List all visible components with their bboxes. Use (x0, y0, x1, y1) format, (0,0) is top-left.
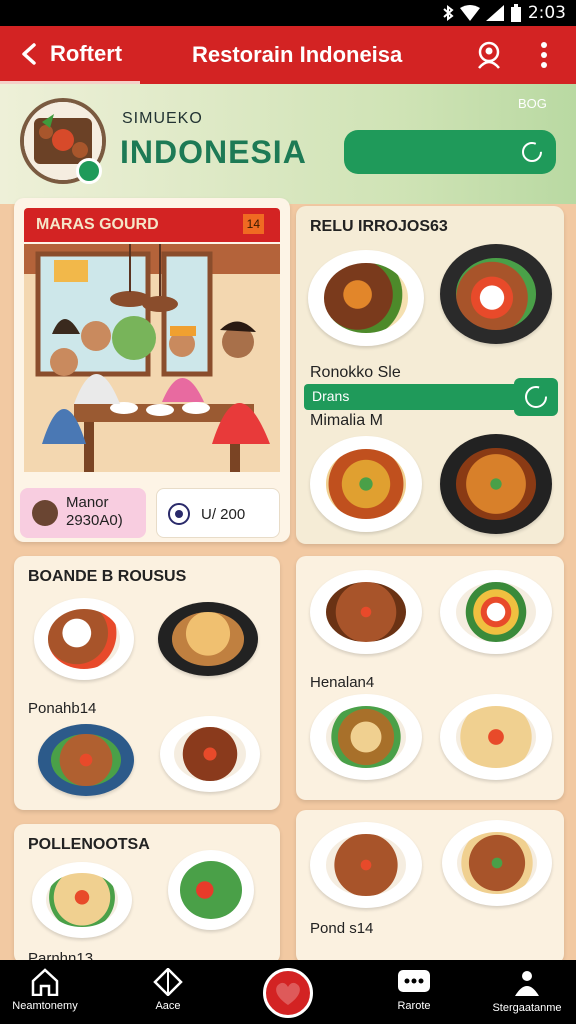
nav-home-label: Neamtonemy (12, 1000, 78, 1012)
dish-image[interactable] (308, 250, 424, 346)
dish-image[interactable] (38, 724, 134, 796)
dish-image[interactable] (440, 570, 552, 654)
nav-profile[interactable]: Stergaatanme (472, 968, 576, 1014)
dish-image[interactable] (168, 850, 254, 930)
clock-icon (168, 503, 190, 525)
diamond-icon (153, 968, 183, 996)
menu-card-title: RELU IRROJOS63 (310, 218, 448, 235)
status-bar: 2:03 (0, 0, 576, 26)
featured-card-badge: 14 (242, 214, 264, 234)
signal-icon (485, 5, 504, 21)
dish-image[interactable] (310, 694, 422, 780)
search-bar[interactable] (344, 130, 556, 174)
menu-item-label: Ronokko Sle (310, 364, 401, 381)
dish-image[interactable] (310, 570, 422, 654)
menu-green-bar[interactable]: Drans (304, 378, 558, 416)
nav-messages-label: Rarote (397, 1000, 431, 1012)
refresh-icon (525, 386, 547, 408)
dish-image[interactable] (440, 694, 552, 780)
host-info[interactable]: Manor 2930A0) (20, 488, 146, 538)
featured-card-title: MARAS GOURD (36, 216, 159, 233)
host-name: Manor (66, 494, 109, 511)
menu-item-label: Mimalia M (310, 412, 383, 429)
featured-card-header: MARAS GOURD 14 (24, 208, 280, 242)
dish-label: Ponahb14 (28, 700, 97, 717)
nav-messages[interactable]: Rarote (359, 968, 469, 1012)
status-time: 2:03 (527, 3, 566, 23)
more-menu-icon[interactable] (532, 38, 556, 72)
wifi-icon (459, 5, 480, 21)
battery-icon (510, 4, 521, 22)
category-title: POLLENOOTSA (28, 836, 150, 853)
dish-label: Pond s14 (310, 920, 374, 937)
dish-image[interactable] (440, 434, 552, 534)
nav-explore[interactable]: Aace (113, 968, 223, 1012)
app-bar: Roftert Restorain Indoneisa (0, 26, 576, 84)
verified-badge-icon (76, 158, 102, 184)
page-title: Restorain Indoneisa (192, 42, 403, 67)
back-button[interactable]: Roftert (0, 26, 140, 84)
nav-profile-label: Stergaatanme (492, 1002, 562, 1014)
nav-favorites-button[interactable] (263, 968, 313, 1018)
header-title: INDONESIA (120, 134, 307, 170)
dish-label: Henalan4 (310, 674, 375, 691)
heart-icon (276, 982, 300, 1005)
header-corner-label: BOG (518, 96, 547, 111)
green-bar-label: Drans (312, 388, 350, 404)
back-arrow-icon (22, 42, 36, 65)
time-label: U/ 200 (201, 506, 246, 523)
dish-image[interactable] (442, 820, 552, 906)
dish-image[interactable] (160, 716, 260, 792)
chat-icon (398, 970, 430, 992)
dining-scene-illustration (24, 244, 280, 472)
dish-image[interactable] (310, 436, 422, 532)
dish-image[interactable] (310, 822, 422, 908)
back-label: Roftert (50, 40, 123, 66)
dish-image[interactable] (440, 244, 552, 344)
user-icon (515, 971, 539, 996)
profile-icon[interactable] (474, 40, 504, 70)
nav-home[interactable]: Neamtonemy (0, 968, 100, 1012)
header-subtitle: SIMUEKO (122, 110, 203, 127)
bluetooth-icon (443, 5, 454, 21)
nav-explore-label: Aace (155, 1000, 181, 1012)
avatar (32, 500, 58, 526)
dish-image[interactable] (158, 602, 258, 676)
host-number: 2930A0) (66, 512, 123, 529)
time-info[interactable]: U/ 200 (156, 488, 280, 538)
dish-image[interactable] (34, 598, 134, 680)
home-icon (31, 968, 59, 996)
refresh-button[interactable] (514, 378, 558, 416)
category-title: BOANDE B ROUSUS (28, 568, 187, 585)
refresh-icon (522, 142, 542, 162)
dish-image[interactable] (32, 862, 132, 938)
